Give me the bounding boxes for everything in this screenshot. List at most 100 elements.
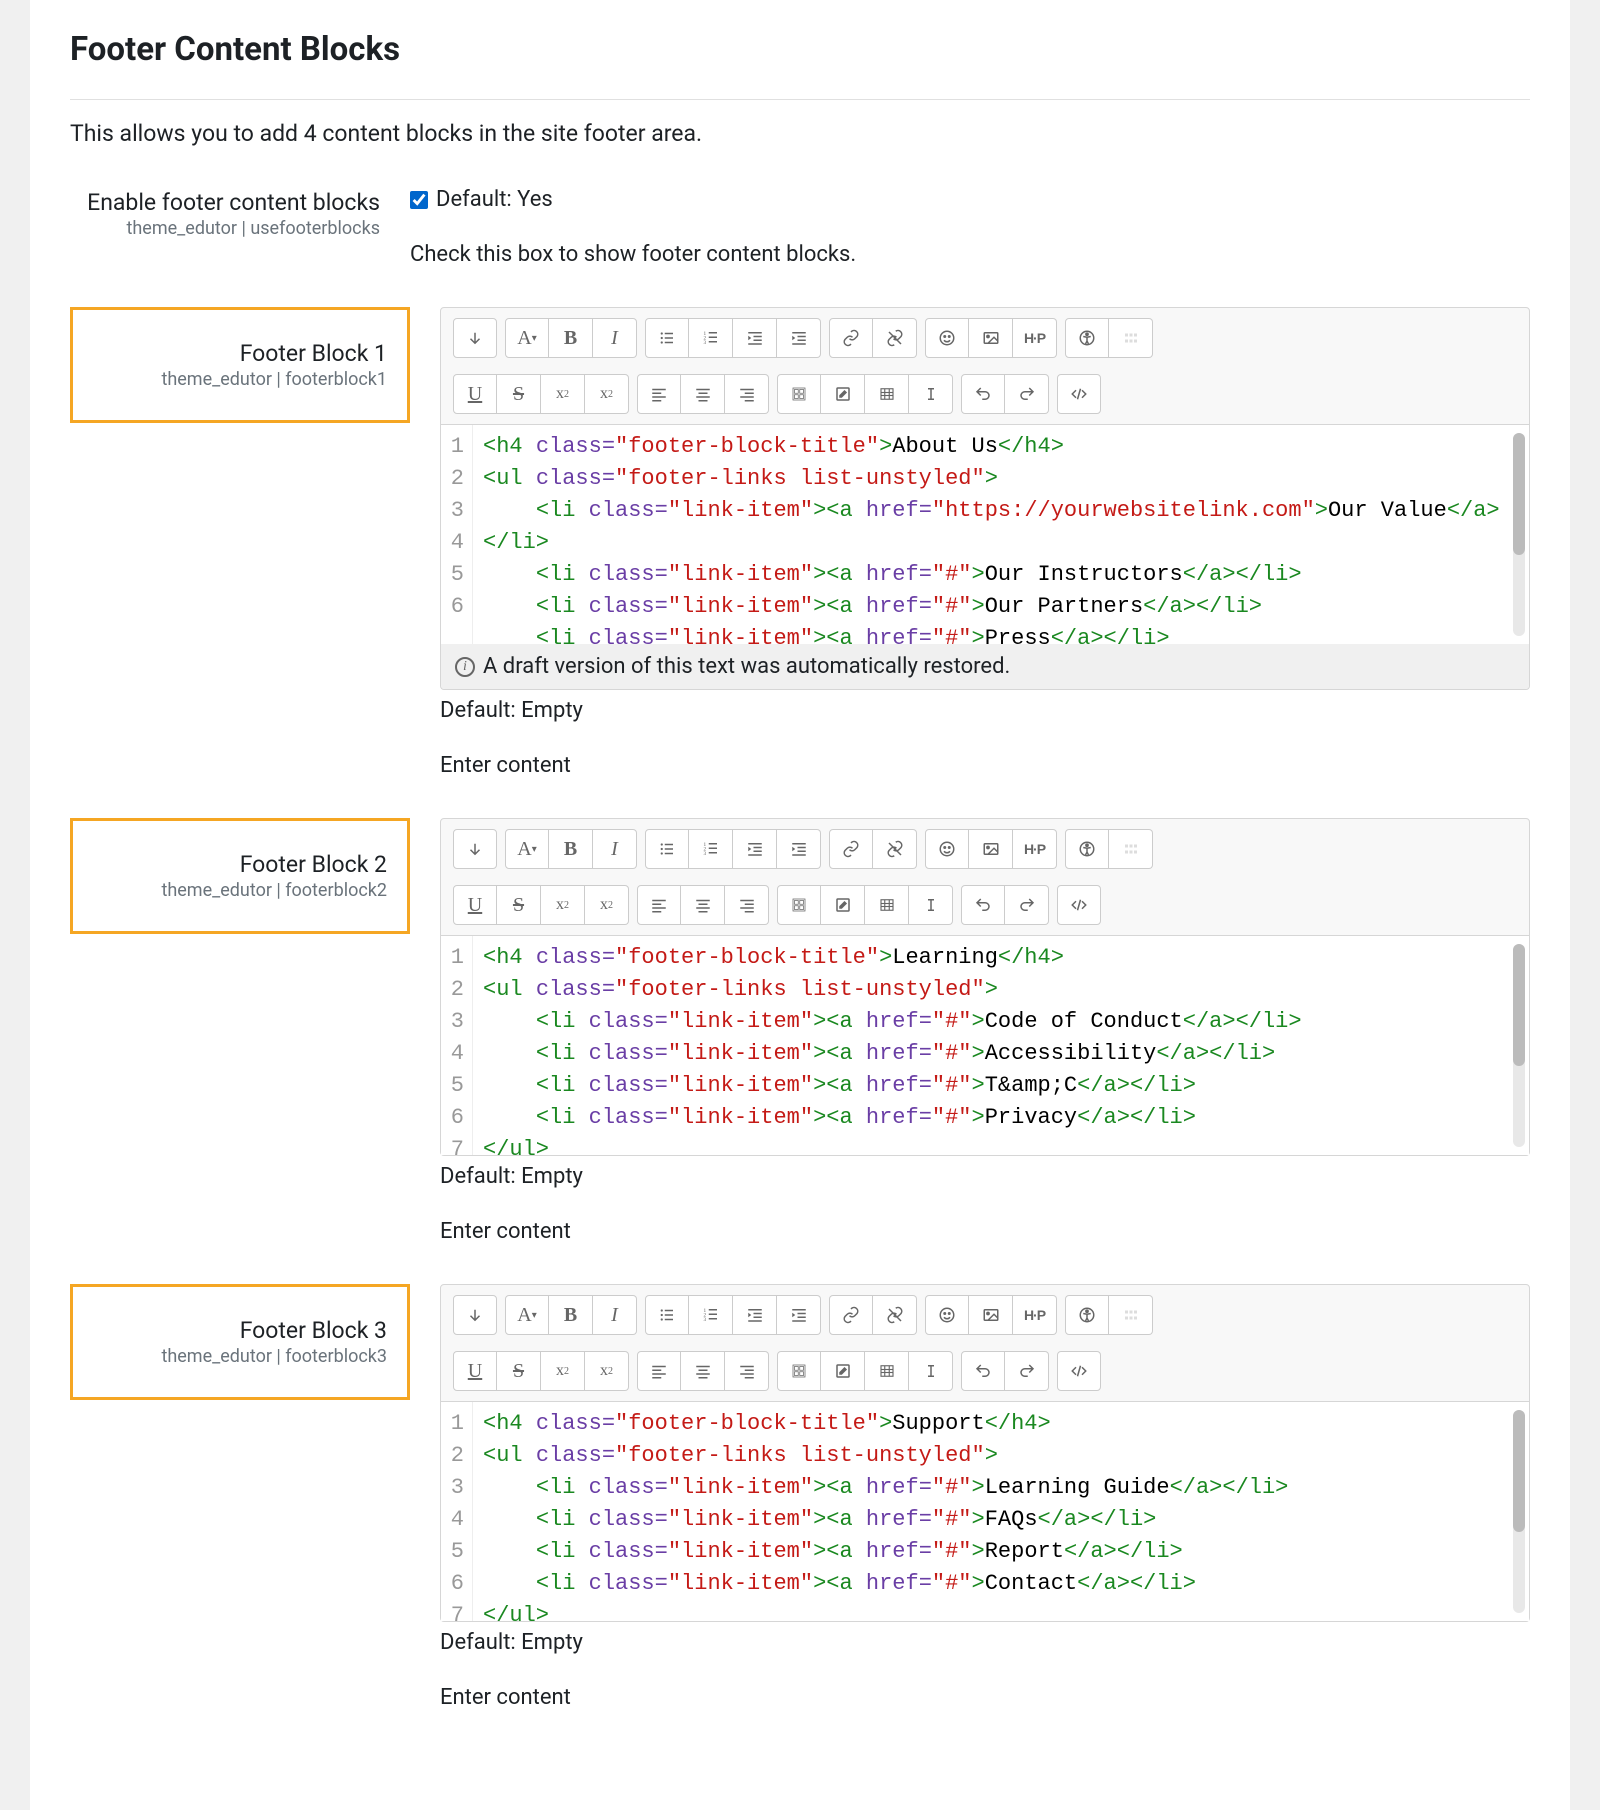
scrollbar[interactable] xyxy=(1513,433,1525,636)
emoji-button[interactable] xyxy=(925,829,969,869)
italic-button[interactable]: I xyxy=(593,1295,637,1335)
bold-button[interactable]: B xyxy=(549,1295,593,1335)
redo-button[interactable] xyxy=(1005,885,1049,925)
indent-button[interactable] xyxy=(777,1295,821,1335)
bold-button[interactable]: B xyxy=(549,318,593,358)
superscript-button[interactable]: x2 xyxy=(585,1351,629,1391)
font-button[interactable]: A▾ xyxy=(505,318,549,358)
superscript-button[interactable]: x2 xyxy=(585,885,629,925)
ordered-list-button[interactable]: 123 xyxy=(689,318,733,358)
svg-text:3: 3 xyxy=(703,340,706,346)
code-editor[interactable]: 123456<h4 class="footer-block-title">Abo… xyxy=(441,424,1529,644)
code-content[interactable]: <h4 class="footer-block-title">About Us<… xyxy=(473,425,1529,644)
code-editor[interactable]: 1234567<h4 class="footer-block-title">Su… xyxy=(441,1401,1529,1621)
edit-button[interactable] xyxy=(821,885,865,925)
indent-button[interactable] xyxy=(777,829,821,869)
emoji-button[interactable] xyxy=(925,318,969,358)
align-left-button[interactable] xyxy=(637,374,681,414)
underline-button[interactable]: U xyxy=(453,374,497,414)
italic-button[interactable]: I xyxy=(593,829,637,869)
align-right-button[interactable] xyxy=(725,885,769,925)
html-source-button[interactable] xyxy=(1057,885,1101,925)
ordered-list-button[interactable]: 123 xyxy=(689,1295,733,1335)
html-source-button[interactable] xyxy=(1057,1351,1101,1391)
link-button[interactable] xyxy=(829,829,873,869)
scrollbar[interactable] xyxy=(1513,1410,1525,1613)
table-button[interactable] xyxy=(865,374,909,414)
align-right-button[interactable] xyxy=(725,1351,769,1391)
image-button[interactable] xyxy=(969,829,1013,869)
align-left-button[interactable] xyxy=(637,1351,681,1391)
undo-button[interactable] xyxy=(961,885,1005,925)
align-center-button[interactable] xyxy=(681,885,725,925)
align-center-button[interactable] xyxy=(681,374,725,414)
unlink-button[interactable] xyxy=(873,1295,917,1335)
h5p-button[interactable]: H·P xyxy=(1013,318,1057,358)
accessibility-button[interactable] xyxy=(1065,1295,1109,1335)
underline-button[interactable]: U xyxy=(453,1351,497,1391)
toggle-toolbar-button[interactable] xyxy=(453,829,497,869)
undo-button[interactable] xyxy=(961,1351,1005,1391)
code-content[interactable]: <h4 class="footer-block-title">Support</… xyxy=(473,1402,1529,1621)
outdent-button[interactable] xyxy=(733,318,777,358)
enable-default: Default: Yes xyxy=(436,187,553,212)
link-button[interactable] xyxy=(829,318,873,358)
ordered-list-button[interactable]: 123 xyxy=(689,829,733,869)
strike-button[interactable]: S xyxy=(497,374,541,414)
subscript-button[interactable]: x2 xyxy=(541,374,585,414)
equation-button[interactable] xyxy=(777,1351,821,1391)
unlink-button[interactable] xyxy=(873,318,917,358)
footer-block-row: Footer Block 2theme_edutor | footerblock… xyxy=(70,818,1530,1244)
code-content[interactable]: <h4 class="footer-block-title">Learning<… xyxy=(473,936,1529,1155)
toggle-toolbar-button[interactable] xyxy=(453,1295,497,1335)
accessibility-button[interactable] xyxy=(1065,829,1109,869)
subscript-button[interactable]: x2 xyxy=(541,885,585,925)
outdent-button[interactable] xyxy=(733,829,777,869)
unordered-list-button[interactable] xyxy=(645,829,689,869)
link-button[interactable] xyxy=(829,1295,873,1335)
edit-button[interactable] xyxy=(821,374,865,414)
strike-button[interactable]: S xyxy=(497,885,541,925)
code-editor[interactable]: 1234567<h4 class="footer-block-title">Le… xyxy=(441,935,1529,1155)
redo-button[interactable] xyxy=(1005,374,1049,414)
unlink-button[interactable] xyxy=(873,829,917,869)
image-button[interactable] xyxy=(969,318,1013,358)
toggle-toolbar-button[interactable] xyxy=(453,318,497,358)
outdent-button[interactable] xyxy=(733,1295,777,1335)
indent-button[interactable] xyxy=(777,318,821,358)
html-source-button[interactable] xyxy=(1057,374,1101,414)
strike-button[interactable]: S xyxy=(497,1351,541,1391)
enable-checkbox[interactable] xyxy=(410,191,428,209)
clear-formatting-button[interactable] xyxy=(909,374,953,414)
undo-button[interactable] xyxy=(961,374,1005,414)
accessibility-button[interactable] xyxy=(1065,318,1109,358)
bold-button[interactable]: B xyxy=(549,829,593,869)
rich-text-editor: A▾ B I 123 H·P U S x2 x2 xyxy=(440,1284,1530,1622)
align-right-button[interactable] xyxy=(725,374,769,414)
align-left-button[interactable] xyxy=(637,885,681,925)
line-gutter: 1234567 xyxy=(441,936,473,1155)
superscript-button[interactable]: x2 xyxy=(585,374,629,414)
italic-button[interactable]: I xyxy=(593,318,637,358)
equation-button[interactable] xyxy=(777,374,821,414)
clear-formatting-button[interactable] xyxy=(909,885,953,925)
clear-formatting-button[interactable] xyxy=(909,1351,953,1391)
emoji-button[interactable] xyxy=(925,1295,969,1335)
font-button[interactable]: A▾ xyxy=(505,829,549,869)
table-button[interactable] xyxy=(865,885,909,925)
font-button[interactable]: A▾ xyxy=(505,1295,549,1335)
unordered-list-button[interactable] xyxy=(645,318,689,358)
image-button[interactable] xyxy=(969,1295,1013,1335)
align-center-button[interactable] xyxy=(681,1351,725,1391)
scrollbar[interactable] xyxy=(1513,944,1525,1147)
equation-button[interactable] xyxy=(777,885,821,925)
enter-content-text: Enter content xyxy=(440,1685,1530,1710)
edit-button[interactable] xyxy=(821,1351,865,1391)
unordered-list-button[interactable] xyxy=(645,1295,689,1335)
underline-button[interactable]: U xyxy=(453,885,497,925)
subscript-button[interactable]: x2 xyxy=(541,1351,585,1391)
table-button[interactable] xyxy=(865,1351,909,1391)
redo-button[interactable] xyxy=(1005,1351,1049,1391)
h5p-button[interactable]: H·P xyxy=(1013,1295,1057,1335)
h5p-button[interactable]: H·P xyxy=(1013,829,1057,869)
